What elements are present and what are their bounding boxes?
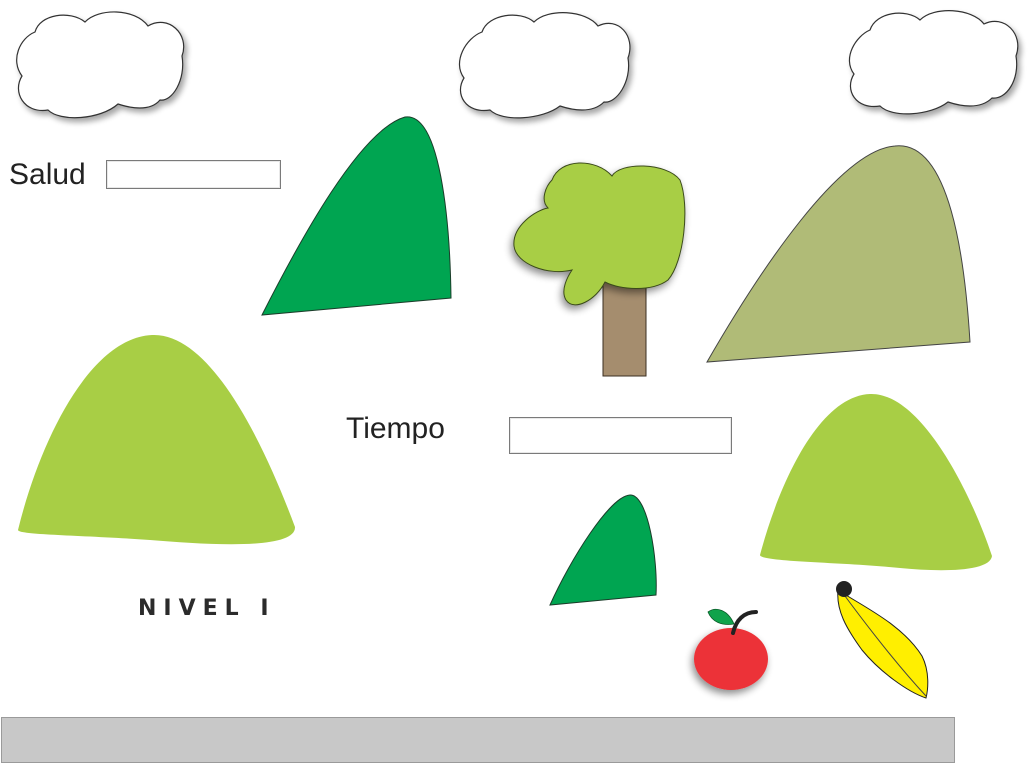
bush-icon [760,393,992,571]
bush-icon [549,494,657,606]
level-title: NIVEL I [138,596,276,621]
tree-icon [513,162,686,377]
health-label: Salud [9,158,86,191]
cloud-icon [458,12,631,119]
mountain-icon [706,145,971,363]
time-bar [509,417,732,454]
game-scene [16,10,1019,699]
time-label: Tiempo [346,412,445,445]
bush-icon [261,116,452,316]
cloud-icon [848,10,1019,115]
health-bar [106,160,281,189]
cloud-icon [16,11,185,119]
banana-icon [836,581,929,699]
apple-icon [694,608,768,690]
ground-platform [1,717,955,763]
bush-icon [18,334,296,545]
